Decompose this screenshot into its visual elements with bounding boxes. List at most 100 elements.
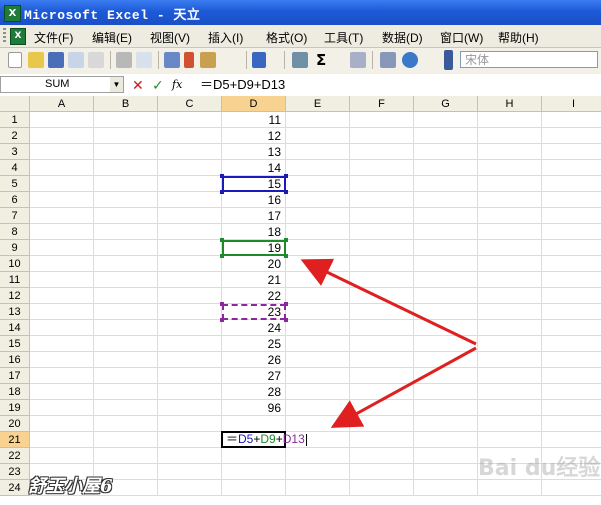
row-header-15[interactable]: 15 bbox=[0, 336, 30, 352]
cell-d17[interactable]: 27 bbox=[222, 368, 286, 384]
cell-a15[interactable] bbox=[30, 336, 94, 352]
cell-a20[interactable] bbox=[30, 416, 94, 432]
cell-g9[interactable] bbox=[414, 240, 478, 256]
cell-h8[interactable] bbox=[478, 224, 542, 240]
menu-view[interactable]: 视图(V) bbox=[150, 29, 190, 46]
resize-handle[interactable] bbox=[284, 318, 288, 322]
cell-b19[interactable] bbox=[94, 400, 158, 416]
cell-c13[interactable] bbox=[158, 304, 222, 320]
cell-g21[interactable] bbox=[414, 432, 478, 448]
cell-i14[interactable] bbox=[542, 320, 601, 336]
row-header-11[interactable]: 11 bbox=[0, 272, 30, 288]
cell-d15[interactable]: 25 bbox=[222, 336, 286, 352]
cell-f7[interactable] bbox=[350, 208, 414, 224]
cell-e13[interactable] bbox=[286, 304, 350, 320]
cell-b7[interactable] bbox=[94, 208, 158, 224]
open-icon[interactable] bbox=[28, 52, 44, 68]
cell-i1[interactable] bbox=[542, 112, 601, 128]
cell-h14[interactable] bbox=[478, 320, 542, 336]
cell-d19[interactable]: 96 bbox=[222, 400, 286, 416]
menu-data[interactable]: 数据(D) bbox=[382, 29, 423, 46]
cell-f20[interactable] bbox=[350, 416, 414, 432]
undo-icon[interactable] bbox=[252, 52, 266, 68]
menu-file[interactable]: 文件(F) bbox=[34, 29, 73, 46]
cell-i20[interactable] bbox=[542, 416, 601, 432]
cell-c2[interactable] bbox=[158, 128, 222, 144]
cell-e1[interactable] bbox=[286, 112, 350, 128]
paste-icon[interactable] bbox=[200, 52, 216, 68]
cell-f23[interactable] bbox=[350, 464, 414, 480]
menu-edit[interactable]: 编辑(E) bbox=[92, 29, 132, 46]
cancel-icon[interactable]: ✕ bbox=[132, 77, 144, 93]
cell-a11[interactable] bbox=[30, 272, 94, 288]
cell-c6[interactable] bbox=[158, 192, 222, 208]
cell-a18[interactable] bbox=[30, 384, 94, 400]
cell-i6[interactable] bbox=[542, 192, 601, 208]
help-icon[interactable] bbox=[402, 52, 418, 68]
row-header-19[interactable]: 19 bbox=[0, 400, 30, 416]
cell-h9[interactable] bbox=[478, 240, 542, 256]
cell-c17[interactable] bbox=[158, 368, 222, 384]
enter-icon[interactable]: ✓ bbox=[152, 77, 164, 93]
row-header-10[interactable]: 10 bbox=[0, 256, 30, 272]
cell-c1[interactable] bbox=[158, 112, 222, 128]
cell-e2[interactable] bbox=[286, 128, 350, 144]
cell-b2[interactable] bbox=[94, 128, 158, 144]
row-header-20[interactable]: 20 bbox=[0, 416, 30, 432]
row-header-16[interactable]: 16 bbox=[0, 352, 30, 368]
cell-b20[interactable] bbox=[94, 416, 158, 432]
cell-a16[interactable] bbox=[30, 352, 94, 368]
column-header-a[interactable]: A bbox=[30, 96, 94, 112]
cell-h21[interactable] bbox=[478, 432, 542, 448]
cell-b9[interactable] bbox=[94, 240, 158, 256]
row-header-14[interactable]: 14 bbox=[0, 320, 30, 336]
column-header-h[interactable]: H bbox=[478, 96, 542, 112]
cell-c4[interactable] bbox=[158, 160, 222, 176]
cell-a9[interactable] bbox=[30, 240, 94, 256]
cell-i19[interactable] bbox=[542, 400, 601, 416]
cell-a22[interactable] bbox=[30, 448, 94, 464]
resize-handle[interactable] bbox=[284, 174, 288, 178]
cell-c11[interactable] bbox=[158, 272, 222, 288]
cell-g23[interactable] bbox=[414, 464, 478, 480]
cell-f10[interactable] bbox=[350, 256, 414, 272]
cell-h12[interactable] bbox=[478, 288, 542, 304]
resize-handle[interactable] bbox=[284, 302, 288, 306]
resize-handle[interactable] bbox=[284, 190, 288, 194]
cell-a12[interactable] bbox=[30, 288, 94, 304]
cell-a21[interactable] bbox=[30, 432, 94, 448]
cell-f2[interactable] bbox=[350, 128, 414, 144]
cell-a8[interactable] bbox=[30, 224, 94, 240]
cell-h24[interactable] bbox=[478, 480, 542, 496]
row-header-4[interactable]: 4 bbox=[0, 160, 30, 176]
cell-d6[interactable]: 16 bbox=[222, 192, 286, 208]
cell-d22[interactable] bbox=[222, 448, 286, 464]
cell-f1[interactable] bbox=[350, 112, 414, 128]
resize-handle[interactable] bbox=[220, 238, 224, 242]
resize-handle[interactable] bbox=[220, 302, 224, 306]
menu-format[interactable]: 格式(O) bbox=[266, 29, 307, 46]
cell-g17[interactable] bbox=[414, 368, 478, 384]
cell-b17[interactable] bbox=[94, 368, 158, 384]
cell-a4[interactable] bbox=[30, 160, 94, 176]
cell-f18[interactable] bbox=[350, 384, 414, 400]
cell-b4[interactable] bbox=[94, 160, 158, 176]
cell-f8[interactable] bbox=[350, 224, 414, 240]
chevron-down-icon[interactable]: ▼ bbox=[110, 77, 123, 92]
cell-a2[interactable] bbox=[30, 128, 94, 144]
cell-d14[interactable]: 24 bbox=[222, 320, 286, 336]
cell-g22[interactable] bbox=[414, 448, 478, 464]
cell-c23[interactable] bbox=[158, 464, 222, 480]
cell-d4[interactable]: 14 bbox=[222, 160, 286, 176]
row-header-13[interactable]: 13 bbox=[0, 304, 30, 320]
cell-f24[interactable] bbox=[350, 480, 414, 496]
cell-a6[interactable] bbox=[30, 192, 94, 208]
excel-icon[interactable]: X bbox=[4, 5, 21, 22]
cell-g10[interactable] bbox=[414, 256, 478, 272]
cell-f22[interactable] bbox=[350, 448, 414, 464]
cell-e5[interactable] bbox=[286, 176, 350, 192]
cell-b6[interactable] bbox=[94, 192, 158, 208]
cell-g13[interactable] bbox=[414, 304, 478, 320]
cell-g11[interactable] bbox=[414, 272, 478, 288]
row-header-22[interactable]: 22 bbox=[0, 448, 30, 464]
